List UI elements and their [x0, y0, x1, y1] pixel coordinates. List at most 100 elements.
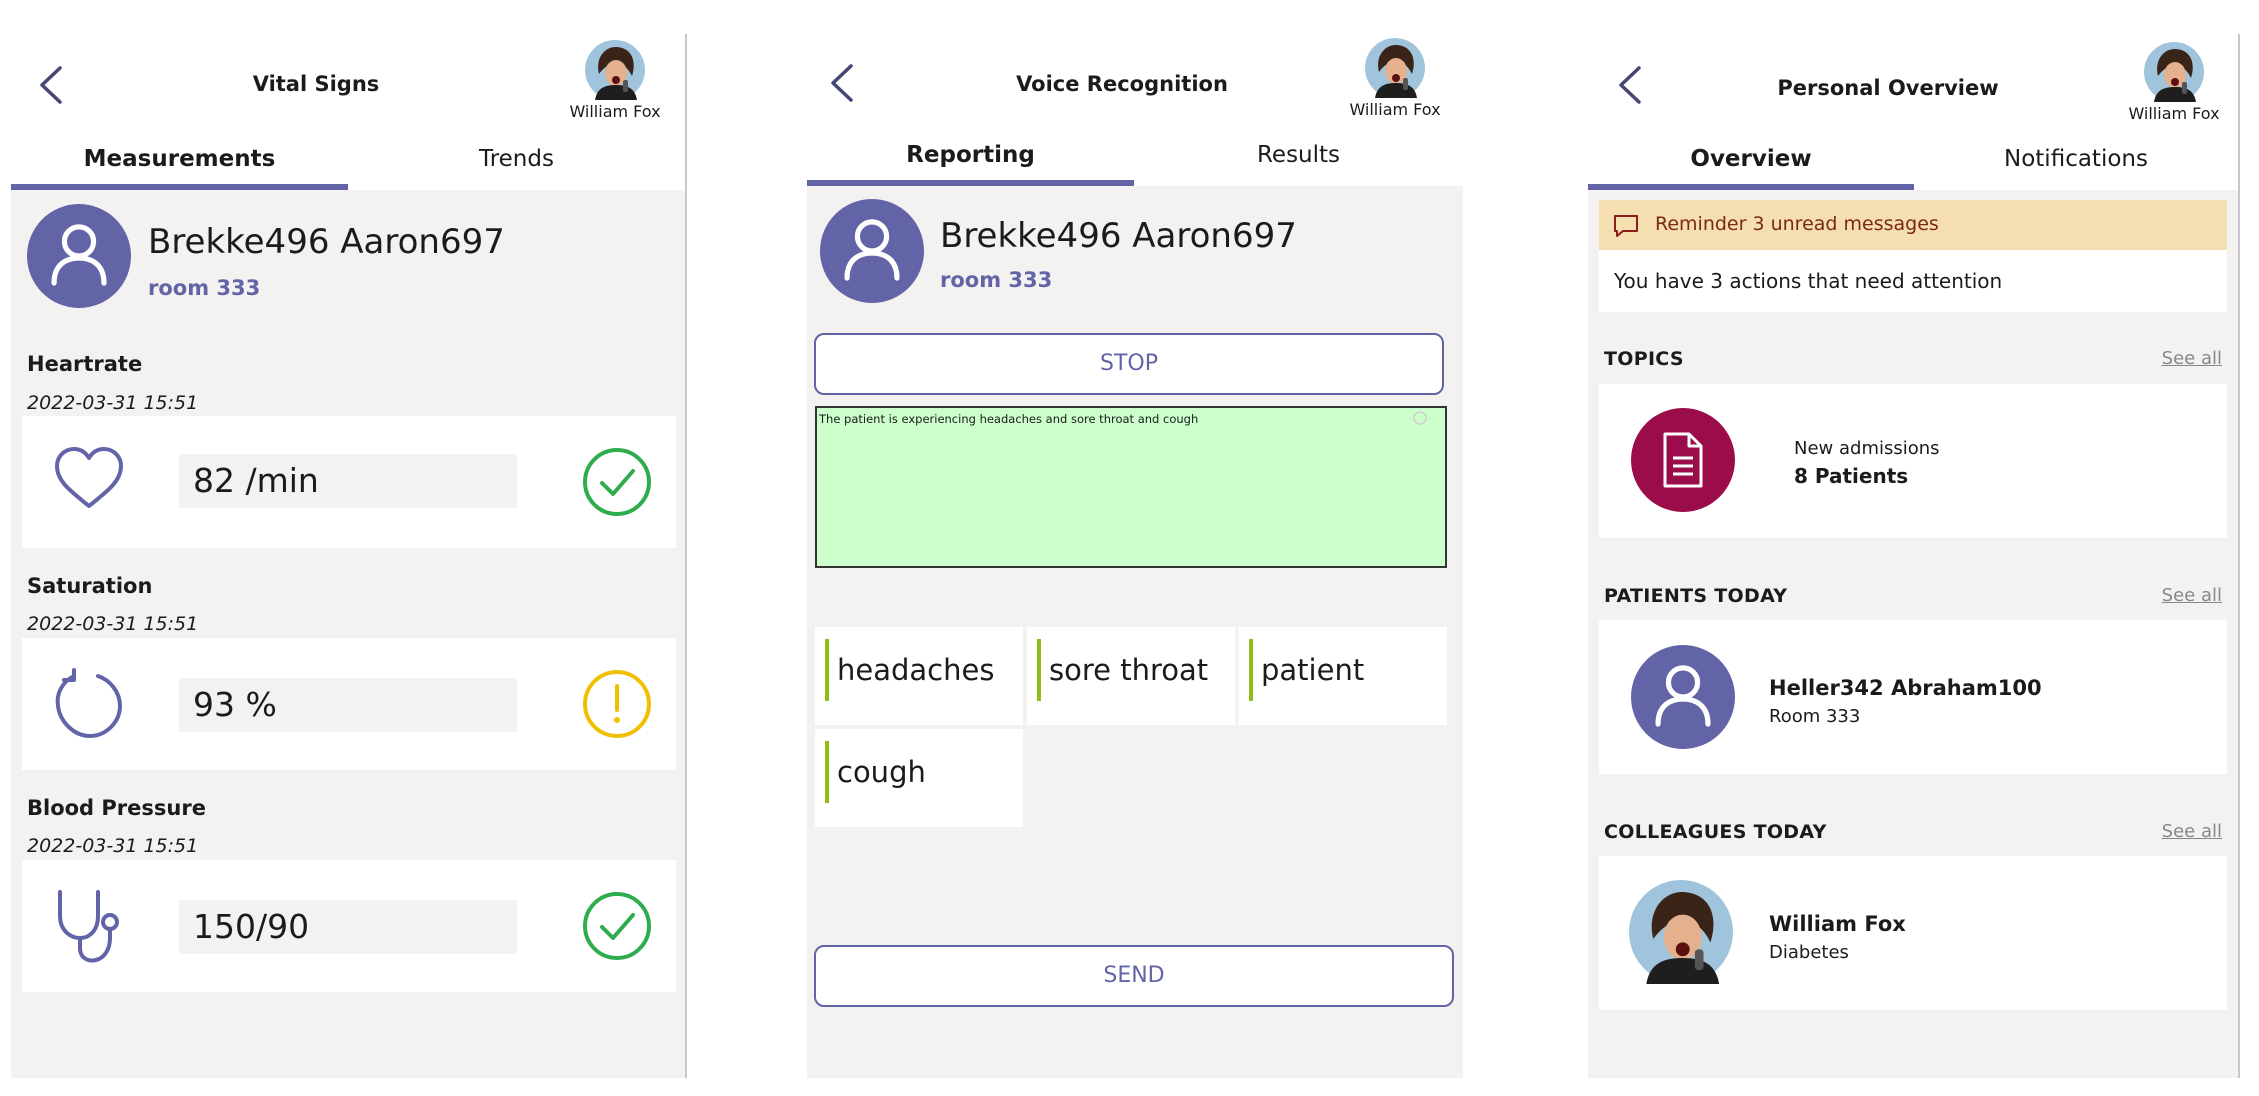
keyword-label: sore throat [1049, 653, 1209, 687]
message-icon [1614, 215, 1638, 237]
tab-reporting[interactable]: Reporting [807, 130, 1134, 186]
active-tab-indicator [1588, 184, 1914, 190]
patient-room: room 333 [148, 276, 261, 300]
see-all-link[interactable]: See all [2162, 348, 2222, 369]
patient-room: room 333 [940, 268, 1053, 292]
tab-notifications[interactable]: Notifications [1914, 134, 2238, 190]
check-status-icon [577, 886, 657, 966]
keyword-bar [825, 741, 829, 803]
keyword-label: headaches [837, 653, 995, 687]
tab-label: Results [1256, 142, 1341, 168]
keyword-label: cough [837, 755, 926, 789]
avatar [2144, 42, 2204, 102]
transcript-text: The patient is experiencing headaches an… [819, 412, 1199, 426]
page-title: Vital Signs [252, 72, 380, 96]
reminder-banner[interactable]: Reminder 3 unread messages [1599, 200, 2227, 250]
back-icon[interactable] [32, 62, 72, 108]
tab-bar: Measurements Trends [11, 134, 685, 190]
patient-name: Brekke496 Aaron697 [940, 216, 1297, 256]
page-title: Voice Recognition [1016, 72, 1228, 96]
vital-signs-screen: Vital Signs William Fox Measurements Tre… [11, 0, 685, 1078]
tab-overview[interactable]: Overview [1588, 134, 1914, 190]
heart-icon [55, 447, 123, 508]
user-name: William Fox [569, 102, 661, 121]
actions-text: You have 3 actions that need attention [1614, 269, 2003, 293]
measurement-time: 2022-03-31 15:51 [27, 835, 199, 857]
keyword-bar [1037, 639, 1041, 701]
page-title: Personal Overview [1777, 76, 1999, 100]
measurement-value: 82 /min [179, 454, 517, 508]
measurement-value: 150/90 [179, 900, 517, 954]
tab-label: Measurements [83, 146, 276, 172]
reminder-text: Reminder 3 unread messages [1655, 213, 1939, 235]
patient-avatar [1631, 645, 1735, 749]
tab-label: Reporting [906, 142, 1035, 168]
keyword-chip[interactable]: sore throat [1027, 627, 1235, 725]
app-header: Vital Signs William Fox [11, 0, 685, 134]
tab-label: Trends [479, 146, 554, 172]
tab-results[interactable]: Results [1134, 130, 1463, 186]
avatar [1365, 38, 1425, 98]
person-icon [1631, 645, 1735, 749]
keyword-chip[interactable]: patient [1239, 627, 1447, 725]
avatar [1629, 880, 1733, 984]
patient-room: Room 333 [1769, 706, 1861, 727]
see-all-link[interactable]: See all [2162, 585, 2222, 606]
back-icon[interactable] [1611, 62, 1651, 108]
tab-label: Overview [1690, 146, 1812, 172]
user-name: William Fox [1349, 100, 1441, 119]
measurement-time: 2022-03-31 15:51 [27, 392, 199, 414]
colleague-specialty: Diabetes [1769, 942, 1849, 963]
transcript-textarea[interactable]: The patient is experiencing headaches an… [815, 406, 1447, 568]
heartrate-card: 82 /min [22, 416, 676, 548]
colleague-card[interactable]: William Fox Diabetes [1599, 856, 2227, 1010]
tab-bar: Overview Notifications [1588, 134, 2238, 190]
topic-line2: 8 Patients [1794, 464, 1909, 488]
panel-divider [685, 34, 687, 1078]
active-tab-indicator [11, 184, 348, 190]
colleague-name: William Fox [1769, 912, 1906, 936]
patient-card[interactable]: Heller342 Abraham100 Room 333 [1599, 620, 2227, 774]
topic-avatar [1631, 408, 1735, 512]
user-avatar[interactable]: William Fox [2114, 42, 2234, 123]
keyword-chip[interactable]: cough [815, 729, 1023, 827]
active-tab-indicator [807, 180, 1134, 186]
check-status-icon [577, 442, 657, 522]
section-heading: TOPICS [1604, 348, 1684, 370]
tab-bar: Reporting Results [807, 130, 1463, 186]
user-avatar[interactable]: William Fox [555, 40, 675, 121]
document-icon [1663, 432, 1703, 488]
tab-label: Notifications [2004, 146, 2148, 172]
clear-icon[interactable] [1412, 410, 1428, 426]
person-icon [820, 199, 924, 303]
patient-name: Brekke496 Aaron697 [148, 222, 505, 262]
keyword-bar [825, 639, 829, 701]
avatar [585, 40, 645, 100]
measurement-value: 93 % [179, 678, 517, 732]
patient-name: Heller342 Abraham100 [1769, 676, 2042, 700]
keyword-bar [1249, 639, 1253, 701]
send-button[interactable]: SEND [814, 945, 1454, 1007]
topic-line1: New admissions [1794, 438, 1940, 459]
voice-recognition-screen: Voice Recognition William Fox Reporting … [807, 28, 1463, 1078]
user-name: William Fox [2128, 104, 2220, 123]
see-all-link[interactable]: See all [2162, 821, 2222, 842]
tab-measurements[interactable]: Measurements [11, 134, 348, 190]
section-heading: PATIENTS TODAY [1604, 585, 1788, 607]
blood-pressure-card: 150/90 [22, 860, 676, 992]
measurement-label: Saturation [27, 574, 153, 598]
patient-avatar [27, 204, 131, 308]
actions-panel: You have 3 actions that need attention [1599, 250, 2227, 312]
warning-status-icon [577, 664, 657, 744]
back-icon[interactable] [823, 60, 863, 106]
person-icon [27, 204, 131, 308]
refresh-icon [55, 668, 123, 739]
topic-card[interactable]: New admissions 8 Patients [1599, 384, 2227, 538]
tab-trends[interactable]: Trends [348, 134, 685, 190]
keyword-chip[interactable]: headaches [815, 627, 1023, 725]
keyword-label: patient [1261, 653, 1365, 687]
user-avatar[interactable]: William Fox [1335, 38, 1455, 119]
stop-button[interactable]: STOP [814, 333, 1444, 395]
stethoscope-icon [58, 890, 119, 963]
panel-divider [2238, 34, 2240, 1078]
